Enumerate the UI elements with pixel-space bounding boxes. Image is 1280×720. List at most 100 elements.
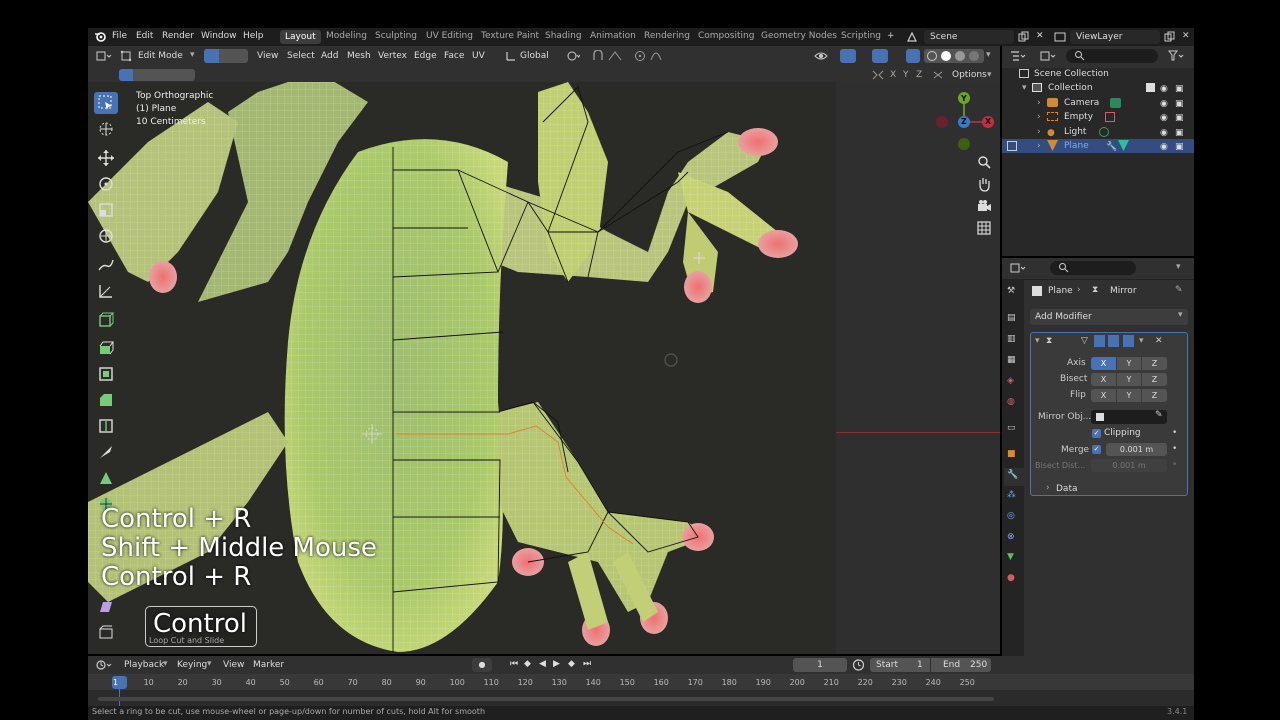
- visibility-icon[interactable]: [814, 50, 830, 65]
- vp-menu-mesh[interactable]: Mesh: [347, 51, 371, 61]
- mirror-y-toggle[interactable]: Y: [903, 70, 909, 80]
- prev-keyframe-icon[interactable]: ◆: [524, 659, 531, 669]
- cursor-tool[interactable]: [94, 118, 118, 140]
- properties-options-chevron-icon[interactable]: ▾: [1176, 262, 1181, 272]
- vp-menu-vertex[interactable]: Vertex: [378, 51, 407, 61]
- viewport-display-icon[interactable]: [1108, 335, 1119, 347]
- keyframe-dot-icon[interactable]: •: [1172, 428, 1177, 438]
- clipping-checkbox[interactable]: ✓: [1092, 429, 1101, 438]
- chevron-down-icon[interactable]: ▾: [207, 659, 212, 669]
- end-frame-field[interactable]: End 250: [931, 658, 991, 672]
- collection-tab-icon[interactable]: ▭: [1007, 423, 1016, 433]
- collapse-panel-icon[interactable]: ▾: [1035, 336, 1040, 346]
- view-layer-field[interactable]: ViewLayer: [1070, 30, 1160, 44]
- jump-end-icon[interactable]: ⏭: [583, 659, 591, 669]
- jump-start-icon[interactable]: ⏮: [510, 659, 518, 669]
- bisect-x-toggle[interactable]: X: [1091, 373, 1116, 386]
- eye-icon[interactable]: ◉: [1160, 126, 1168, 140]
- annotate-tool[interactable]: [94, 254, 118, 276]
- inset-tool[interactable]: [94, 363, 118, 385]
- camera-render-icon[interactable]: ▣: [1175, 140, 1184, 154]
- expand-down-icon[interactable]: ▾: [1022, 81, 1027, 95]
- timeline-editor-type-icon[interactable]: [96, 659, 112, 674]
- scale-tool[interactable]: [94, 199, 118, 221]
- copy-scene-icon[interactable]: [1018, 31, 1029, 45]
- play-icon[interactable]: ▶: [553, 659, 560, 669]
- properties-search-input[interactable]: [1050, 261, 1136, 275]
- orientation-dropdown[interactable]: Global: [520, 51, 549, 61]
- camera-render-icon[interactable]: ▣: [1175, 111, 1184, 125]
- display-mode-icon[interactable]: [1040, 50, 1056, 65]
- add-workspace-icon[interactable]: +: [887, 31, 895, 41]
- camera-render-icon[interactable]: ▣: [1175, 82, 1184, 96]
- vp-menu-uv[interactable]: UV: [472, 51, 485, 61]
- constraints-tab-icon[interactable]: ⊗: [1007, 532, 1015, 542]
- poly-build-tool[interactable]: [94, 467, 118, 489]
- outliner-scene-collection[interactable]: Scene Collection: [1002, 67, 1194, 81]
- timeline-menu-keying[interactable]: Keying: [177, 660, 207, 670]
- tab-animation[interactable]: Animation: [590, 31, 636, 41]
- bisect-distance-field[interactable]: 0.001 m: [1091, 459, 1167, 472]
- vp-menu-edge[interactable]: Edge: [414, 51, 437, 61]
- zoom-icon[interactable]: [976, 154, 992, 173]
- expand-right-icon[interactable]: ›: [1037, 110, 1041, 124]
- menu-edit[interactable]: Edit: [136, 31, 153, 41]
- remove-view-layer-icon[interactable]: ✕: [1182, 31, 1190, 41]
- timeline-menu-view[interactable]: View: [223, 660, 244, 670]
- timeline-scrollbar[interactable]: [98, 697, 994, 701]
- scene-tab-icon[interactable]: ◈: [1007, 376, 1014, 386]
- eye-icon[interactable]: ◉: [1160, 82, 1168, 96]
- knife-tool[interactable]: [94, 441, 118, 463]
- flip-z-toggle[interactable]: Z: [1142, 389, 1167, 402]
- transform-tool[interactable]: [94, 225, 118, 247]
- next-keyframe-icon[interactable]: ◆: [568, 659, 575, 669]
- camera-render-icon[interactable]: ▣: [1175, 126, 1184, 140]
- tab-uv-editing[interactable]: UV Editing: [426, 31, 473, 41]
- tab-geometry-nodes[interactable]: Geometry Nodes: [761, 31, 837, 41]
- particles-tab-icon[interactable]: ⁂: [1007, 490, 1016, 500]
- pivot-icon[interactable]: [566, 50, 581, 65]
- expand-right-icon[interactable]: ›: [1046, 483, 1050, 493]
- menu-help[interactable]: Help: [243, 31, 264, 41]
- close-modifier-icon[interactable]: ✕: [1155, 336, 1163, 346]
- bisect-y-toggle[interactable]: Y: [1117, 373, 1141, 386]
- outliner-collection[interactable]: ▾ Collection ◉ ▣: [1002, 81, 1194, 95]
- bisect-z-toggle[interactable]: Z: [1142, 373, 1167, 386]
- modifier-menu-chevron-icon[interactable]: ▾: [1139, 336, 1144, 346]
- loop-cut-tool[interactable]: [94, 415, 118, 437]
- face-select-icon[interactable]: [233, 49, 248, 63]
- tab-shading[interactable]: Shading: [545, 31, 582, 41]
- timeline-menu-playback[interactable]: Playback: [124, 660, 164, 670]
- flip-y-toggle[interactable]: Y: [1117, 389, 1141, 402]
- mirror-z-toggle[interactable]: Z: [916, 70, 922, 80]
- tab-compositing[interactable]: Compositing: [698, 31, 754, 41]
- outliner-item-empty[interactable]: › Empty ◉ ▣: [1002, 110, 1194, 124]
- merge-distance-field[interactable]: 0.001 m: [1106, 443, 1167, 456]
- data-subpanel-label[interactable]: Data: [1056, 484, 1078, 494]
- include-checkbox[interactable]: [1146, 83, 1155, 92]
- shear-tool[interactable]: [94, 595, 118, 617]
- rendered-shading-icon[interactable]: [969, 51, 979, 61]
- timeline-menu-marker[interactable]: Marker: [253, 660, 284, 670]
- edge-select-icon[interactable]: [219, 49, 233, 63]
- expand-right-icon[interactable]: ›: [1037, 96, 1041, 110]
- physics-tab-icon[interactable]: ◎: [1007, 511, 1015, 521]
- edit-cage-icon[interactable]: ▽: [1081, 336, 1088, 346]
- play-reverse-icon[interactable]: ◀: [539, 659, 546, 669]
- tab-sculpting[interactable]: Sculpting: [375, 31, 417, 41]
- pan-hand-icon[interactable]: [976, 176, 992, 195]
- outliner-editor-type-icon[interactable]: [1010, 50, 1026, 65]
- vp-menu-select[interactable]: Select: [287, 51, 315, 61]
- options-dropdown[interactable]: Options: [952, 70, 987, 80]
- data-tab-icon[interactable]: ▼: [1007, 552, 1014, 562]
- axis-y-toggle[interactable]: Y: [1117, 357, 1141, 370]
- output-tab-icon[interactable]: ▥: [1007, 334, 1016, 344]
- record-button[interactable]: ●: [472, 658, 492, 672]
- axis-z-toggle[interactable]: Z: [1142, 357, 1167, 370]
- object-tab-icon[interactable]: ■: [1007, 449, 1016, 459]
- overlays-toggle-icon[interactable]: [872, 49, 888, 63]
- pin-icon[interactable]: ✎: [1175, 285, 1183, 295]
- stopwatch-icon[interactable]: [852, 658, 865, 674]
- solid-shading-icon[interactable]: [941, 51, 951, 61]
- vertex-select-icon[interactable]: [204, 49, 219, 63]
